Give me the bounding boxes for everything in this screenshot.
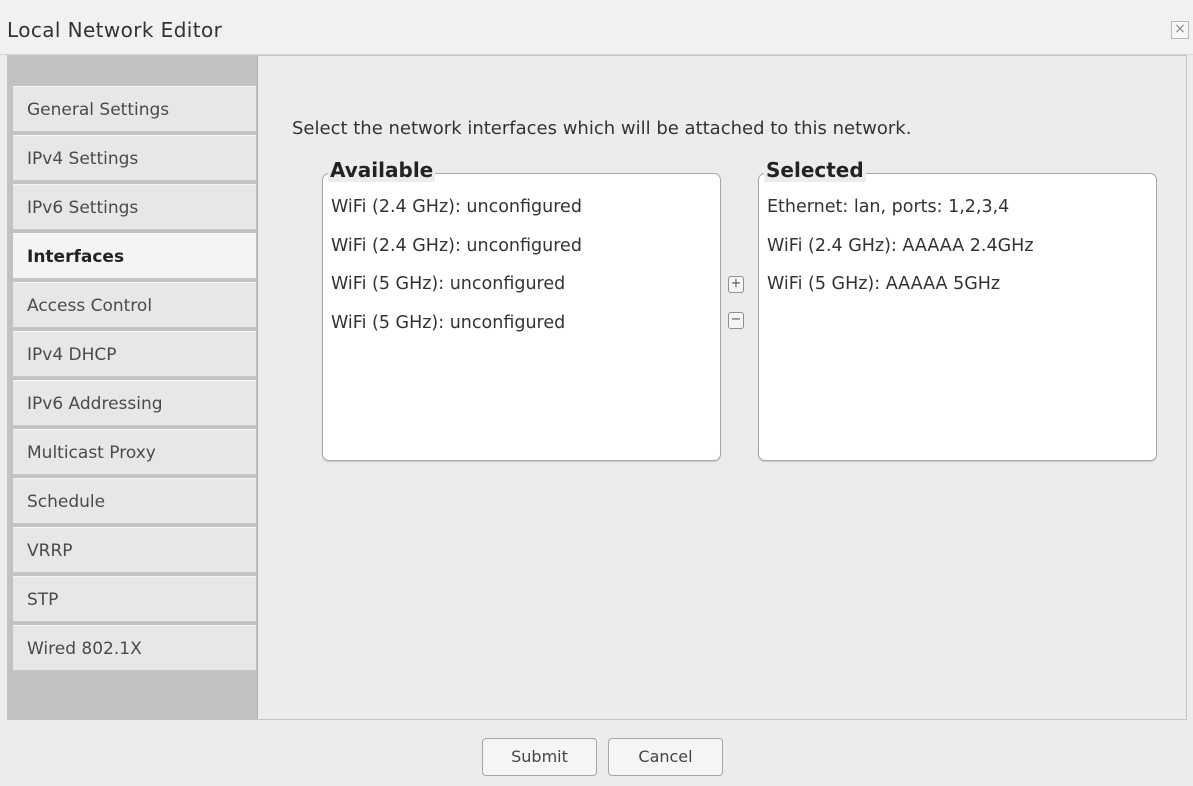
cancel-button[interactable]: Cancel	[608, 738, 723, 776]
sidebar-item-vrrp[interactable]: VRRP	[13, 527, 256, 573]
available-list[interactable]: Available WiFi (2.4 GHz): unconfigured W…	[322, 158, 721, 461]
close-icon[interactable]: ×	[1171, 21, 1189, 39]
add-icon[interactable]: +	[728, 276, 744, 293]
local-network-editor-dialog: Local Network Editor × General Settings …	[0, 0, 1193, 786]
list-item[interactable]: WiFi (5 GHz): unconfigured	[331, 313, 565, 333]
dialog-body: General Settings IPv4 Settings IPv6 Sett…	[7, 55, 1187, 720]
list-item[interactable]: WiFi (2.4 GHz): unconfigured	[331, 236, 582, 256]
interfaces-panel: Select the network interfaces which will…	[259, 56, 1186, 719]
sidebar-item-ipv6-settings[interactable]: IPv6 Settings	[13, 184, 256, 230]
list-item[interactable]: WiFi (5 GHz): unconfigured	[331, 274, 565, 294]
list-item[interactable]: Ethernet: lan, ports: 1,2,3,4	[767, 197, 1009, 217]
sidebar-item-ipv4-settings[interactable]: IPv4 Settings	[13, 135, 256, 181]
sidebar-item-ipv4-dhcp[interactable]: IPv4 DHCP	[13, 331, 256, 377]
dialog-title: Local Network Editor	[7, 18, 223, 42]
dialog-titlebar: Local Network Editor ×	[0, 0, 1193, 55]
sidebar-item-stp[interactable]: STP	[13, 576, 256, 622]
sidebar-item-access-control[interactable]: Access Control	[13, 282, 256, 328]
sidebar-item-interfaces[interactable]: Interfaces	[13, 233, 256, 279]
list-item[interactable]: WiFi (2.4 GHz): unconfigured	[331, 197, 582, 217]
sidebar-item-multicast-proxy[interactable]: Multicast Proxy	[13, 429, 256, 475]
selected-legend-rule	[881, 173, 1151, 174]
instruction-text: Select the network interfaces which will…	[292, 118, 912, 139]
selected-legend: Selected	[764, 158, 866, 182]
sidebar-item-schedule[interactable]: Schedule	[13, 478, 256, 524]
remove-icon[interactable]: −	[728, 312, 744, 329]
sidebar-item-wired-8021x[interactable]: Wired 802.1X	[13, 625, 256, 671]
sidebar-item-ipv6-addressing[interactable]: IPv6 Addressing	[13, 380, 256, 426]
available-legend-rule	[445, 173, 715, 174]
submit-button[interactable]: Submit	[482, 738, 597, 776]
list-item[interactable]: WiFi (5 GHz): AAAAA 5GHz	[767, 274, 1000, 294]
selected-list[interactable]: Selected Ethernet: lan, ports: 1,2,3,4 W…	[758, 158, 1157, 461]
available-legend: Available	[328, 158, 436, 182]
list-item[interactable]: WiFi (2.4 GHz): AAAAA 2.4GHz	[767, 236, 1034, 256]
sidebar-item-general-settings[interactable]: General Settings	[13, 86, 256, 132]
sidebar: General Settings IPv4 Settings IPv6 Sett…	[8, 56, 258, 719]
